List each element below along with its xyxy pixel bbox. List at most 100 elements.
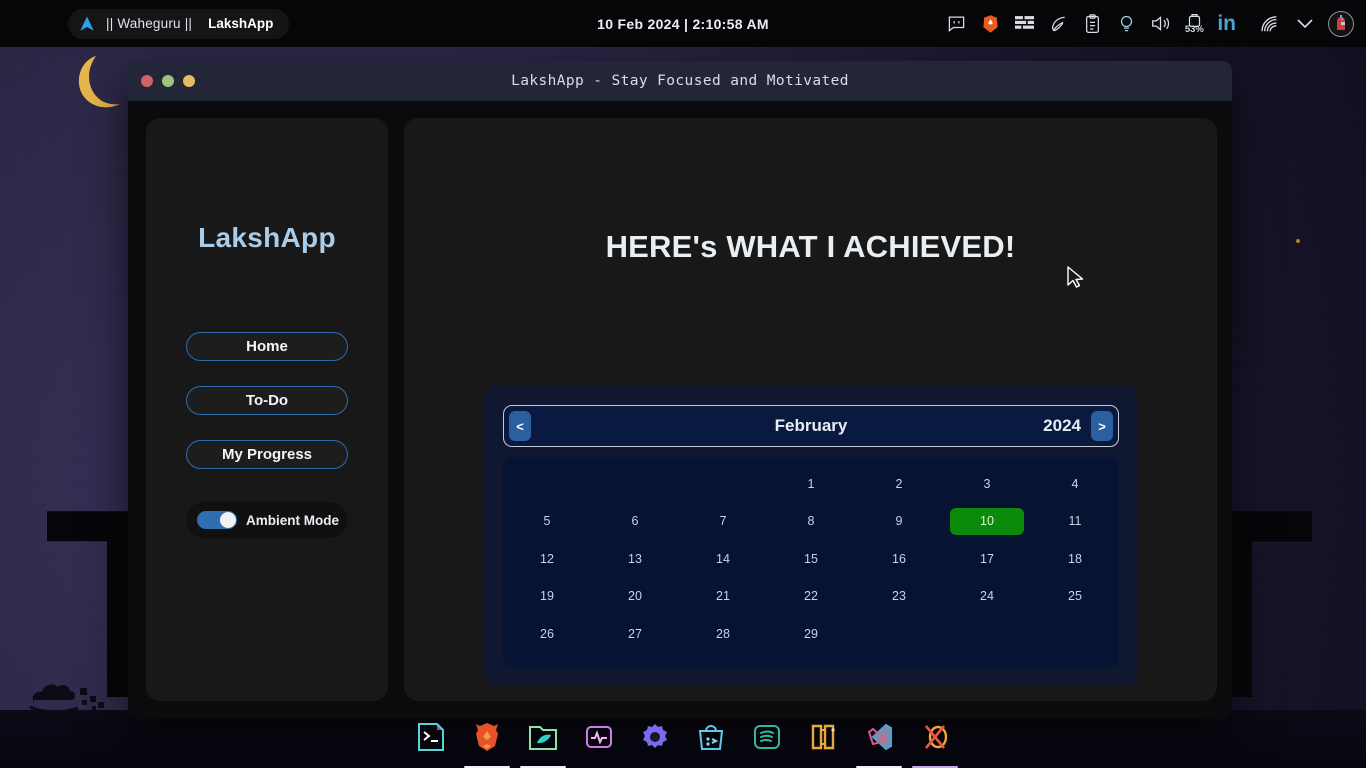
calendar-prev-button[interactable]: < bbox=[509, 411, 531, 441]
sidebar-item-todo[interactable]: To-Do bbox=[186, 386, 348, 415]
dock-item-software-store[interactable] bbox=[694, 720, 728, 760]
dock-item-lakshapp[interactable] bbox=[912, 720, 958, 768]
feather-icon[interactable] bbox=[1047, 13, 1069, 35]
volume-icon[interactable] bbox=[1149, 13, 1171, 35]
calendar-cell[interactable]: 28 bbox=[679, 615, 767, 653]
calendar-cell[interactable]: 26 bbox=[503, 615, 591, 653]
calendar-day-label: 19 bbox=[540, 589, 554, 604]
calendar-day-label: 27 bbox=[628, 626, 642, 641]
calendar-day-label: 14 bbox=[716, 551, 730, 566]
sidebar-item-home[interactable]: Home bbox=[186, 332, 348, 361]
ambient-mode-toggle[interactable] bbox=[197, 511, 237, 529]
calendar-day-label: 15 bbox=[804, 551, 818, 566]
calendar-day-label: 24 bbox=[980, 589, 994, 604]
workspace-label: || Waheguru || bbox=[106, 16, 193, 31]
calendar-day-label: 26 bbox=[540, 626, 554, 641]
calendar-cell[interactable]: 21 bbox=[679, 578, 767, 616]
dock bbox=[0, 712, 1366, 768]
calendar-next-button[interactable]: > bbox=[1091, 411, 1113, 441]
arch-linux-logo-icon bbox=[80, 16, 94, 31]
dock-item-spotify[interactable] bbox=[750, 720, 784, 760]
battery-icon[interactable]: 53% bbox=[1183, 13, 1205, 35]
calendar-cell[interactable]: 17 bbox=[943, 540, 1031, 578]
linkedin-icon[interactable]: in bbox=[1217, 13, 1236, 34]
system-tray: 53% in bbox=[945, 0, 1366, 47]
calendar-cell[interactable]: 25 bbox=[1031, 578, 1119, 616]
calendar-cell[interactable]: 9 bbox=[855, 503, 943, 541]
app-window: LakshApp - Stay Focused and Motivated La… bbox=[128, 61, 1232, 719]
calendar-cell[interactable]: 19 bbox=[503, 578, 591, 616]
calendar-cell[interactable]: 20 bbox=[591, 578, 679, 616]
calendar-cell[interactable]: 5 bbox=[503, 503, 591, 541]
window-title: LakshApp - Stay Focused and Motivated bbox=[511, 73, 849, 89]
calendar-cell[interactable]: 11 bbox=[1031, 503, 1119, 541]
page-title: HERE's WHAT I ACHIEVED! bbox=[605, 229, 1016, 264]
calendar-year-label: 2024 bbox=[1043, 416, 1081, 435]
calendar-day-label: 22 bbox=[804, 589, 818, 604]
calendar-day-label: 10 bbox=[950, 507, 1024, 535]
app-brand: LakshApp bbox=[198, 222, 336, 253]
calendar-cell[interactable]: 8 bbox=[767, 503, 855, 541]
calendar-cell-selected[interactable]: 10 bbox=[943, 503, 1031, 541]
calendar-cell[interactable]: 24 bbox=[943, 578, 1031, 616]
wifi-icon[interactable] bbox=[1260, 13, 1282, 35]
dock-item-logseq[interactable] bbox=[806, 720, 840, 760]
main-panel: HERE's WHAT I ACHIEVED! < February 2024 … bbox=[404, 118, 1217, 701]
clock: 10 Feb 2024 | 2:10:58 AM bbox=[597, 15, 769, 32]
calendar-cell[interactable]: 15 bbox=[767, 540, 855, 578]
calendar-cell[interactable]: 4 bbox=[1031, 465, 1119, 503]
chevron-down-icon[interactable] bbox=[1294, 13, 1316, 35]
calendar-cell[interactable]: 16 bbox=[855, 540, 943, 578]
calendar-cell[interactable]: 14 bbox=[679, 540, 767, 578]
calendar-cell[interactable]: 18 bbox=[1031, 540, 1119, 578]
calendar-day-label: 4 bbox=[1071, 476, 1079, 491]
sidebar-nav: Home To-Do My Progress bbox=[186, 332, 348, 469]
calendar-cell[interactable]: 2 bbox=[855, 465, 943, 503]
calendar-cell[interactable]: 7 bbox=[679, 503, 767, 541]
calendar-day-label: 2 bbox=[895, 476, 903, 491]
server-grid-icon[interactable] bbox=[1013, 13, 1035, 35]
battery-percent: 53% bbox=[1184, 23, 1204, 35]
calendar-day-label: 18 bbox=[1068, 551, 1082, 566]
dock-item-terminal[interactable] bbox=[414, 720, 448, 760]
dock-item-system-monitor[interactable] bbox=[582, 720, 616, 760]
calendar-month-label: February bbox=[774, 416, 848, 435]
chat-icon[interactable] bbox=[945, 13, 967, 35]
dock-item-vscode[interactable] bbox=[856, 720, 902, 768]
calendar-day-label: 16 bbox=[892, 551, 906, 566]
ambient-mode-row: Ambient Mode bbox=[186, 502, 348, 538]
clipboard-icon[interactable] bbox=[1081, 13, 1103, 35]
avatar[interactable] bbox=[1328, 10, 1354, 37]
calendar-cell[interactable]: 22 bbox=[767, 578, 855, 616]
calendar-widget: < February 2024 > 1 2 3 4 5 6 7 8 9 10 11 12 13 14 15 1… bbox=[484, 386, 1138, 686]
workspace-indicator[interactable]: || Waheguru || LakshApp bbox=[68, 8, 290, 39]
calendar-cell-empty bbox=[1031, 615, 1119, 653]
dock-item-settings[interactable] bbox=[638, 720, 672, 760]
sidebar: LakshApp Home To-Do My Progress Ambient … bbox=[146, 118, 388, 701]
calendar-cell-empty bbox=[591, 465, 679, 503]
calendar-cell[interactable]: 13 bbox=[591, 540, 679, 578]
calendar-cell[interactable]: 1 bbox=[767, 465, 855, 503]
calendar-day-label: 1 bbox=[807, 476, 815, 491]
app-body: LakshApp Home To-Do My Progress Ambient … bbox=[128, 101, 1232, 719]
calendar-day-label: 6 bbox=[631, 514, 639, 529]
calendar-cell-empty bbox=[679, 465, 767, 503]
calendar-cell[interactable]: 3 bbox=[943, 465, 1031, 503]
calendar-cell[interactable]: 6 bbox=[591, 503, 679, 541]
calendar-cell[interactable]: 12 bbox=[503, 540, 591, 578]
sidebar-item-my-progress[interactable]: My Progress bbox=[186, 440, 348, 469]
calendar-cell[interactable]: 27 bbox=[591, 615, 679, 653]
calendar-day-label: 9 bbox=[895, 514, 903, 529]
dock-item-files[interactable] bbox=[520, 720, 566, 768]
calendar-day-label: 3 bbox=[983, 476, 991, 491]
calendar-day-label: 7 bbox=[719, 514, 727, 529]
calendar-grid: 1 2 3 4 5 6 7 8 9 10 11 12 13 14 15 16 17 18 19 20 21 22 23 24 2… bbox=[503, 457, 1119, 667]
calendar-cell[interactable]: 23 bbox=[855, 578, 943, 616]
lightbulb-icon[interactable] bbox=[1115, 13, 1137, 35]
calendar-day-label: 28 bbox=[716, 626, 730, 641]
calendar-day-label: 17 bbox=[980, 551, 994, 566]
calendar-day-label: 25 bbox=[1068, 589, 1082, 604]
brave-browser-icon[interactable] bbox=[979, 13, 1001, 35]
calendar-cell[interactable]: 29 bbox=[767, 615, 855, 653]
dock-item-brave[interactable] bbox=[464, 720, 510, 768]
